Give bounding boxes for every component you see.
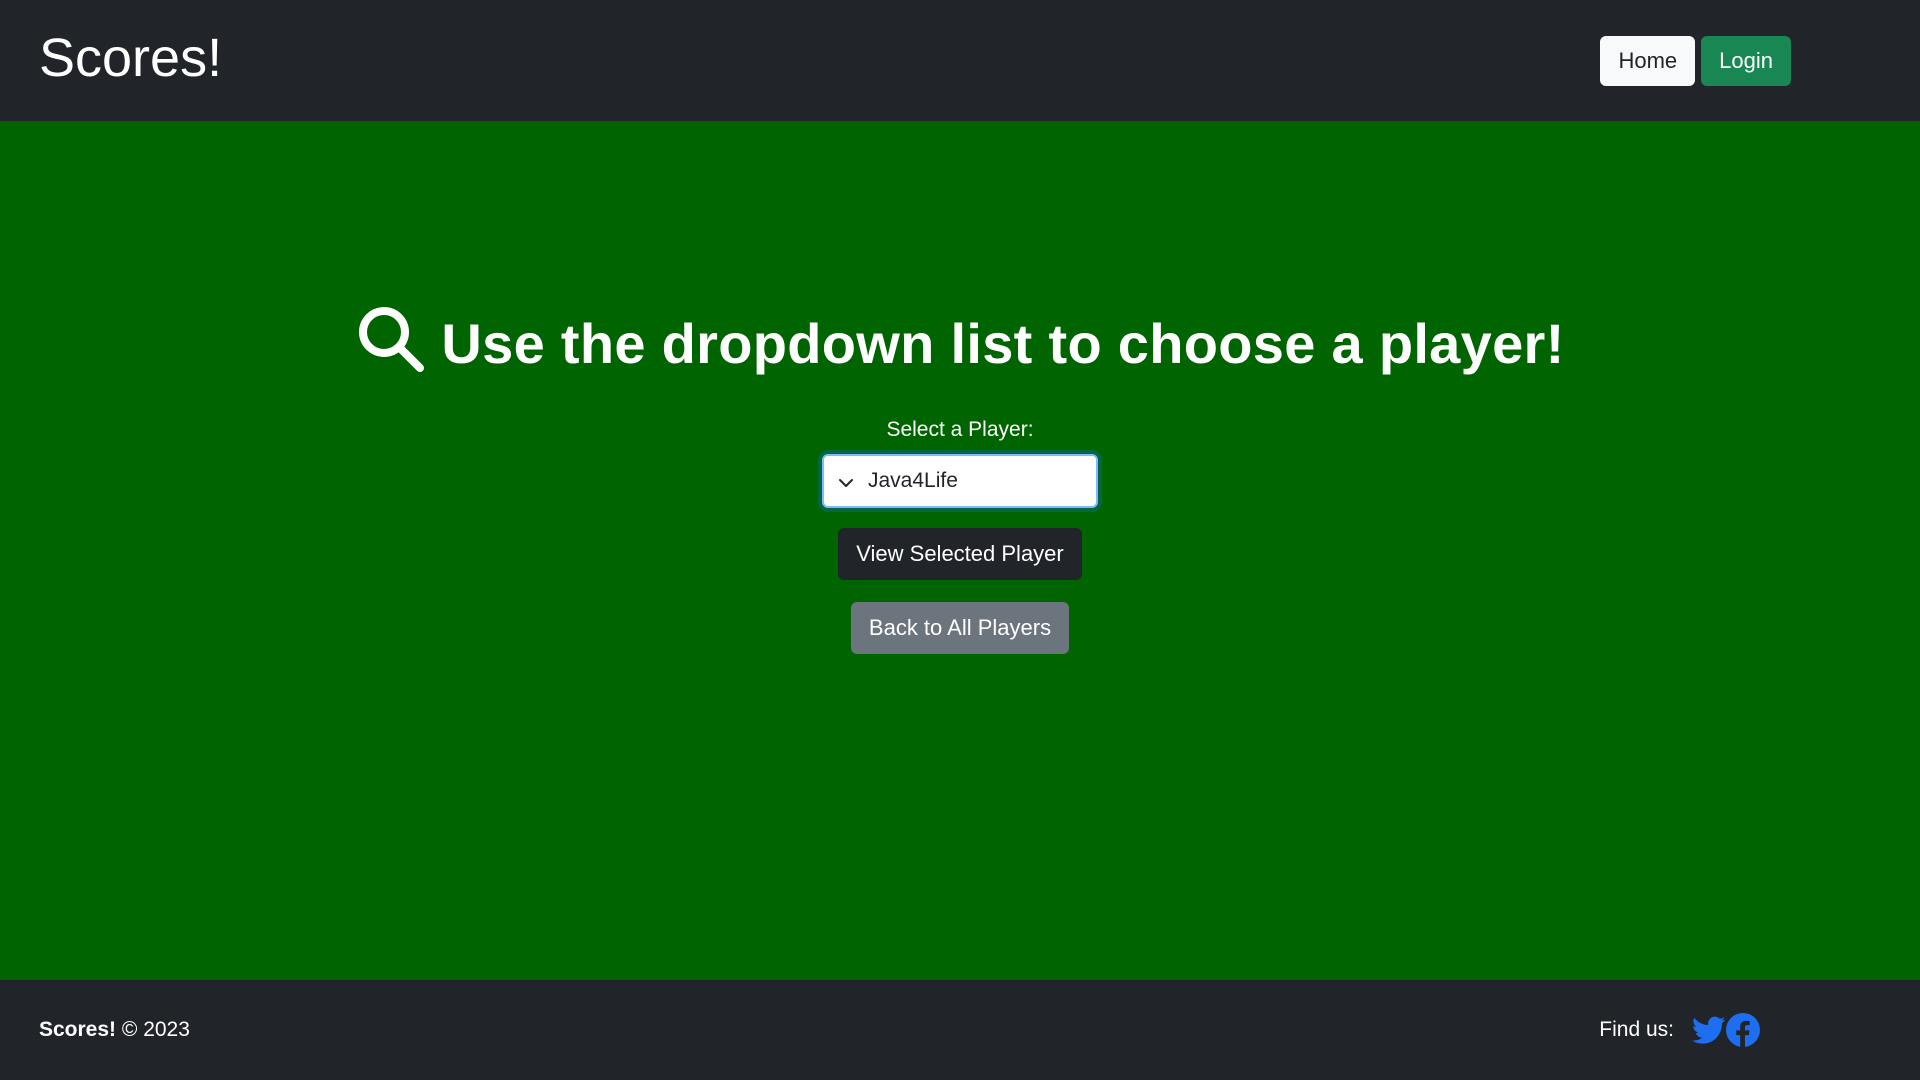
- brand-title[interactable]: Scores!: [39, 27, 222, 89]
- view-selected-player-button[interactable]: View Selected Player: [838, 528, 1082, 580]
- nav-buttons: Home Login: [1600, 35, 1791, 86]
- footer-brand: Scores!: [39, 1018, 117, 1041]
- login-button[interactable]: Login: [1701, 35, 1791, 86]
- chevron-down-icon: [838, 473, 854, 489]
- home-button[interactable]: Home: [1600, 35, 1696, 86]
- footer-social: Find us:: [1599, 1013, 1760, 1047]
- page-title: Use the dropdown list to choose a player…: [355, 299, 1564, 388]
- search-icon: [355, 299, 427, 388]
- main-content: Use the dropdown list to choose a player…: [0, 121, 1920, 980]
- select-player-label: Select a Player:: [886, 418, 1034, 441]
- footer: Scores! © 2023 Find us:: [0, 980, 1920, 1080]
- back-to-all-players-button[interactable]: Back to All Players: [850, 602, 1070, 654]
- find-us-label: Find us:: [1599, 1018, 1674, 1041]
- copyright-text: © 2023: [121, 1018, 190, 1041]
- twitter-icon[interactable]: [1692, 1013, 1726, 1047]
- facebook-icon[interactable]: [1726, 1013, 1760, 1047]
- top-navbar: Scores! Home Login: [0, 0, 1920, 121]
- app: Scores! Home Login Use the dropdown list…: [0, 0, 1920, 1080]
- player-select-value: Java4Life: [868, 469, 958, 492]
- footer-copyright: Scores! © 2023: [39, 1018, 190, 1042]
- player-select[interactable]: Java4Life: [822, 454, 1098, 508]
- page-title-text: Use the dropdown list to choose a player…: [441, 312, 1565, 375]
